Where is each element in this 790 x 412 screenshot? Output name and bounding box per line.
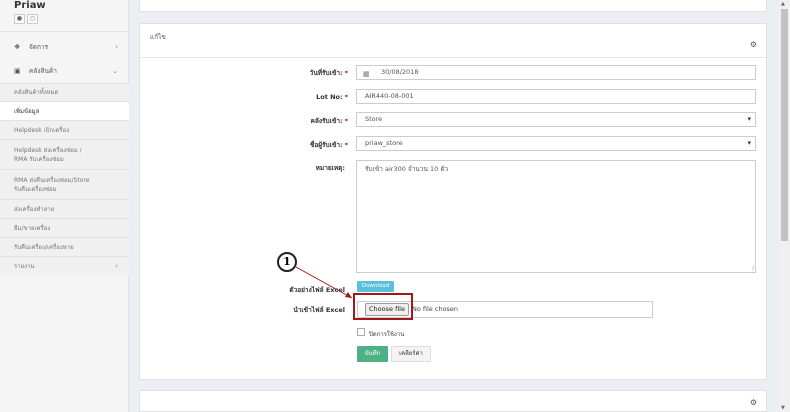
scrollbar-thumb[interactable] [781, 9, 788, 241]
callout-marker: 1 [277, 252, 297, 272]
scroll-down-icon[interactable]: ▼ [781, 405, 785, 411]
annotation-arrow [295, 266, 353, 299]
gear-icon[interactable]: ⚙ [750, 398, 757, 407]
scroll-up-icon[interactable]: ▲ [781, 1, 785, 7]
next-panel: ⚙ [139, 390, 767, 412]
scrollbar[interactable]: ▲ ▼ [779, 0, 790, 412]
